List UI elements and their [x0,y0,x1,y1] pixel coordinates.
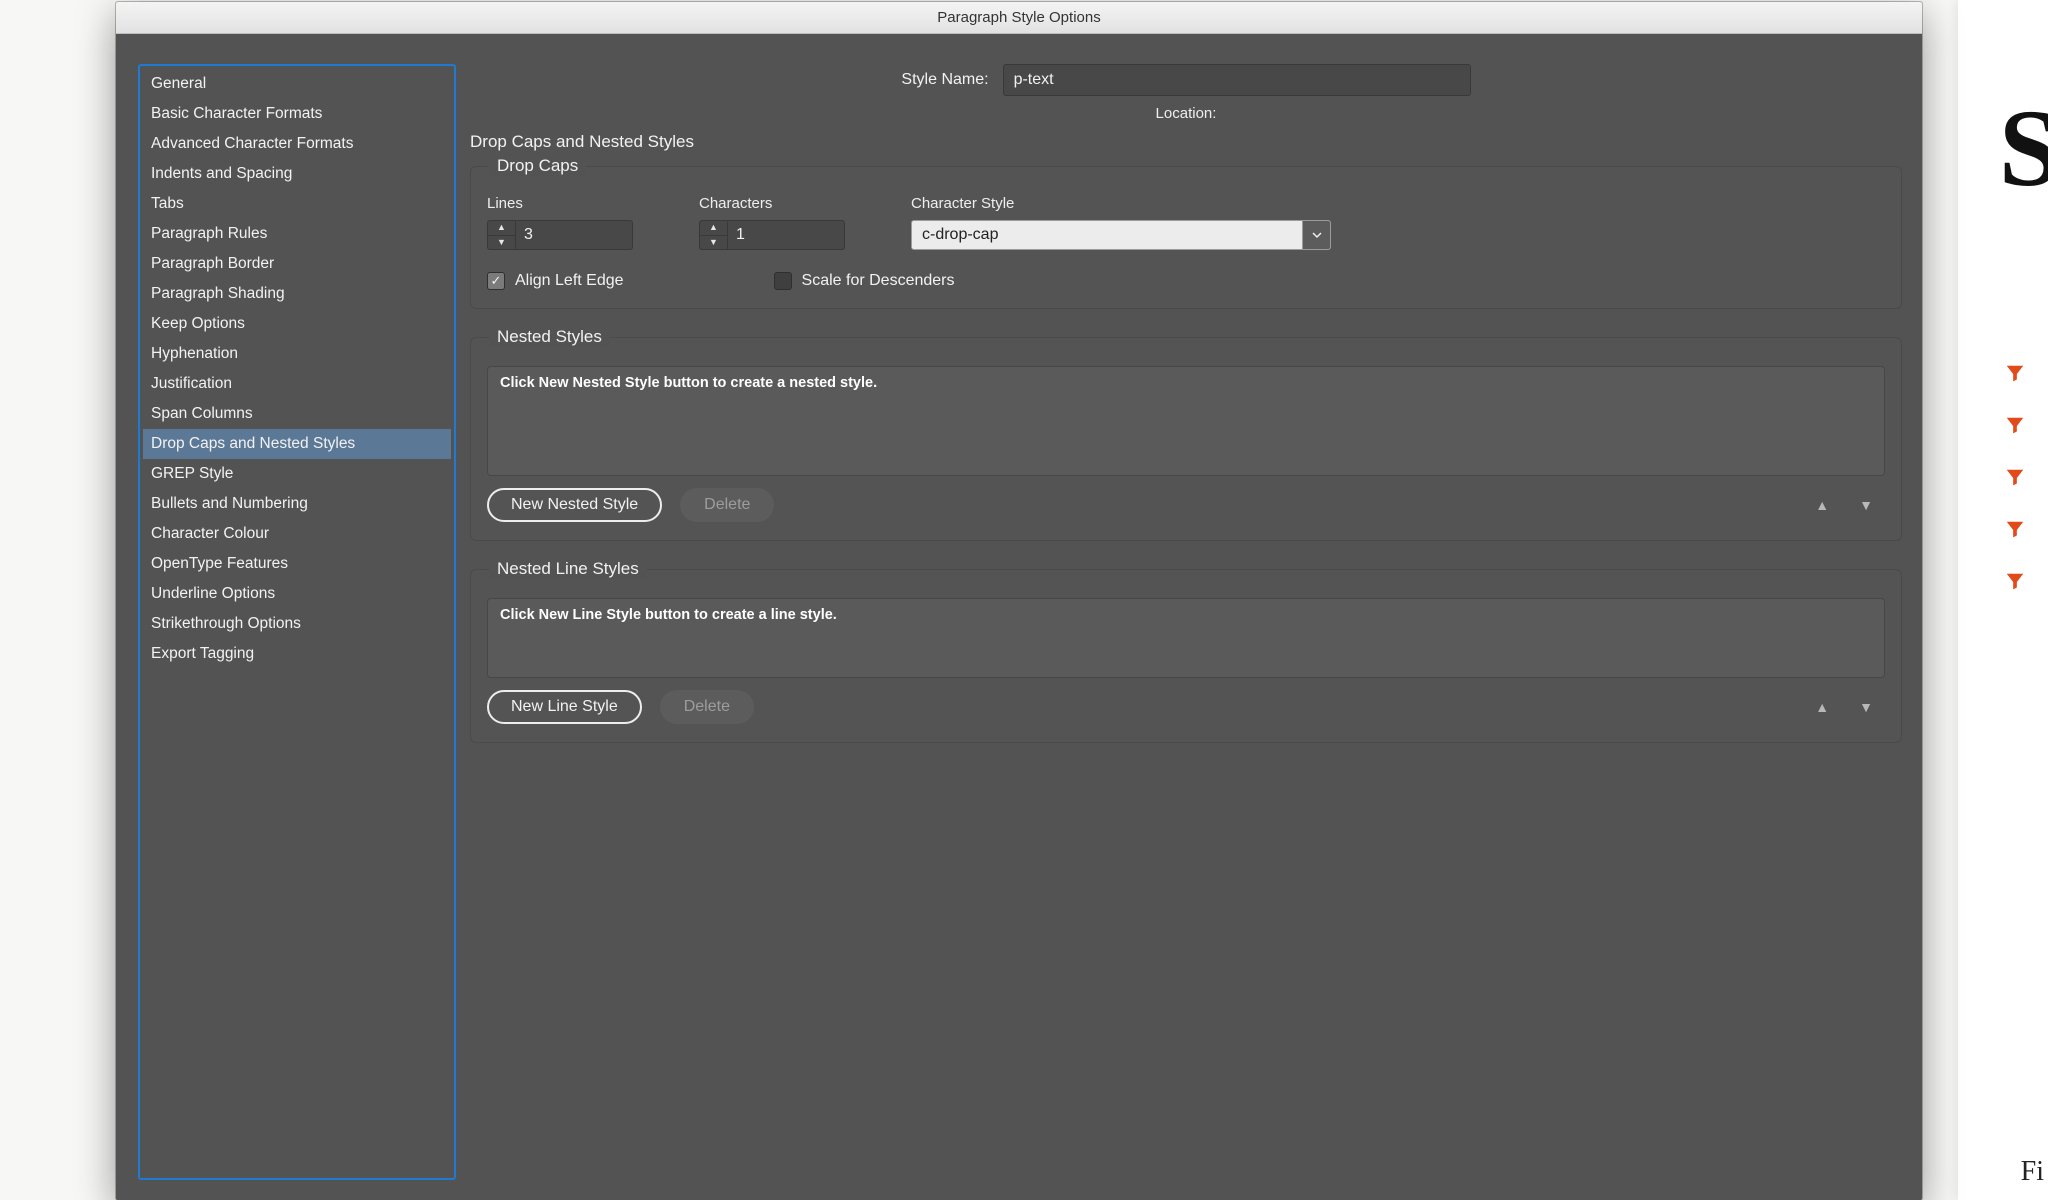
sidebar-item[interactable]: OpenType Features [143,549,451,579]
sidebar-item[interactable]: Paragraph Rules [143,219,451,249]
sidebar-item[interactable]: Tabs [143,189,451,219]
location-label: Location: [470,96,1902,122]
dialog-title: Paragraph Style Options [116,2,1922,34]
style-name-input[interactable]: p-text [1003,64,1471,96]
new-line-style-button[interactable]: New Line Style [487,690,642,724]
lines-value[interactable]: 3 [516,221,632,249]
char-style-value: c-drop-cap [912,221,1302,249]
panel-heading: Drop Caps and Nested Styles [470,122,1902,166]
nested-line-styles-list[interactable]: Click New Line Style button to create a … [487,598,1885,678]
characters-value[interactable]: 1 [728,221,844,249]
sidebar-item[interactable]: Drop Caps and Nested Styles [143,429,451,459]
move-down-icon[interactable]: ▼ [1859,699,1873,715]
lines-label: Lines [487,195,633,212]
characters-label: Characters [699,195,845,212]
stepper-down-icon[interactable]: ▼ [488,236,515,250]
sidebar-item[interactable]: Indents and Spacing [143,159,451,189]
marker-icon [2004,467,2026,489]
sidebar-item[interactable]: Keep Options [143,309,451,339]
sidebar-item[interactable]: Hyphenation [143,339,451,369]
sidebar-item[interactable]: General [143,69,451,99]
nested-styles-group: Nested Styles Click New Nested Style but… [470,337,1902,541]
move-up-icon[interactable]: ▲ [1815,497,1829,513]
sidebar-item[interactable]: Export Tagging [143,639,451,669]
delete-line-style-button: Delete [660,690,754,724]
sidebar-item[interactable]: Basic Character Formats [143,99,451,129]
scale-for-descenders-checkbox[interactable]: Scale for Descenders [774,272,955,290]
drop-caps-legend: Drop Caps [489,156,586,176]
new-nested-style-button[interactable]: New Nested Style [487,488,662,522]
checkbox-off-icon [774,272,792,290]
align-left-edge-checkbox[interactable]: ✓ Align Left Edge [487,272,624,290]
marker-icon [2004,571,2026,593]
characters-stepper[interactable]: ▲ ▼ 1 [699,220,845,250]
background-glyph: S [1999,110,2048,187]
char-style-label: Character Style [911,195,1331,212]
stepper-up-icon[interactable]: ▲ [700,221,727,236]
sidebar-item[interactable]: Advanced Character Formats [143,129,451,159]
background-fragment: Fi [2021,1156,2044,1188]
sidebar-item[interactable]: Justification [143,369,451,399]
sidebar-item[interactable]: Paragraph Border [143,249,451,279]
stepper-down-icon[interactable]: ▼ [700,236,727,250]
delete-nested-style-button: Delete [680,488,774,522]
checkbox-on-icon: ✓ [487,272,505,290]
sidebar-item[interactable]: Underline Options [143,579,451,609]
scale-for-descenders-label: Scale for Descenders [802,272,955,290]
marker-icon [2004,415,2026,437]
move-up-icon[interactable]: ▲ [1815,699,1829,715]
sidebar-item[interactable]: Character Colour [143,519,451,549]
sidebar-item[interactable]: Paragraph Shading [143,279,451,309]
chevron-down-icon[interactable] [1302,221,1330,249]
nested-line-styles-legend: Nested Line Styles [489,559,647,579]
nested-line-styles-group: Nested Line Styles Click New Line Style … [470,569,1902,743]
marker-icon [2004,519,2026,541]
nested-styles-legend: Nested Styles [489,327,610,347]
paragraph-style-options-dialog: Paragraph Style Options GeneralBasic Cha… [116,2,1922,1200]
sidebar-item[interactable]: Bullets and Numbering [143,489,451,519]
style-name-label: Style Name: [901,71,988,89]
move-down-icon[interactable]: ▼ [1859,497,1873,513]
align-left-edge-label: Align Left Edge [515,272,624,290]
sidebar-item[interactable]: GREP Style [143,459,451,489]
char-style-dropdown[interactable]: c-drop-cap [911,220,1331,250]
overset-markers [2004,363,2026,593]
lines-stepper[interactable]: ▲ ▼ 3 [487,220,633,250]
sidebar-item[interactable]: Strikethrough Options [143,609,451,639]
stepper-up-icon[interactable]: ▲ [488,221,515,236]
sidebar-item[interactable]: Span Columns [143,399,451,429]
marker-icon [2004,363,2026,385]
nested-styles-list[interactable]: Click New Nested Style button to create … [487,366,1885,476]
drop-caps-group: Drop Caps Lines ▲ ▼ 3 Characters [470,166,1902,309]
category-sidebar: GeneralBasic Character FormatsAdvanced C… [138,64,456,1180]
